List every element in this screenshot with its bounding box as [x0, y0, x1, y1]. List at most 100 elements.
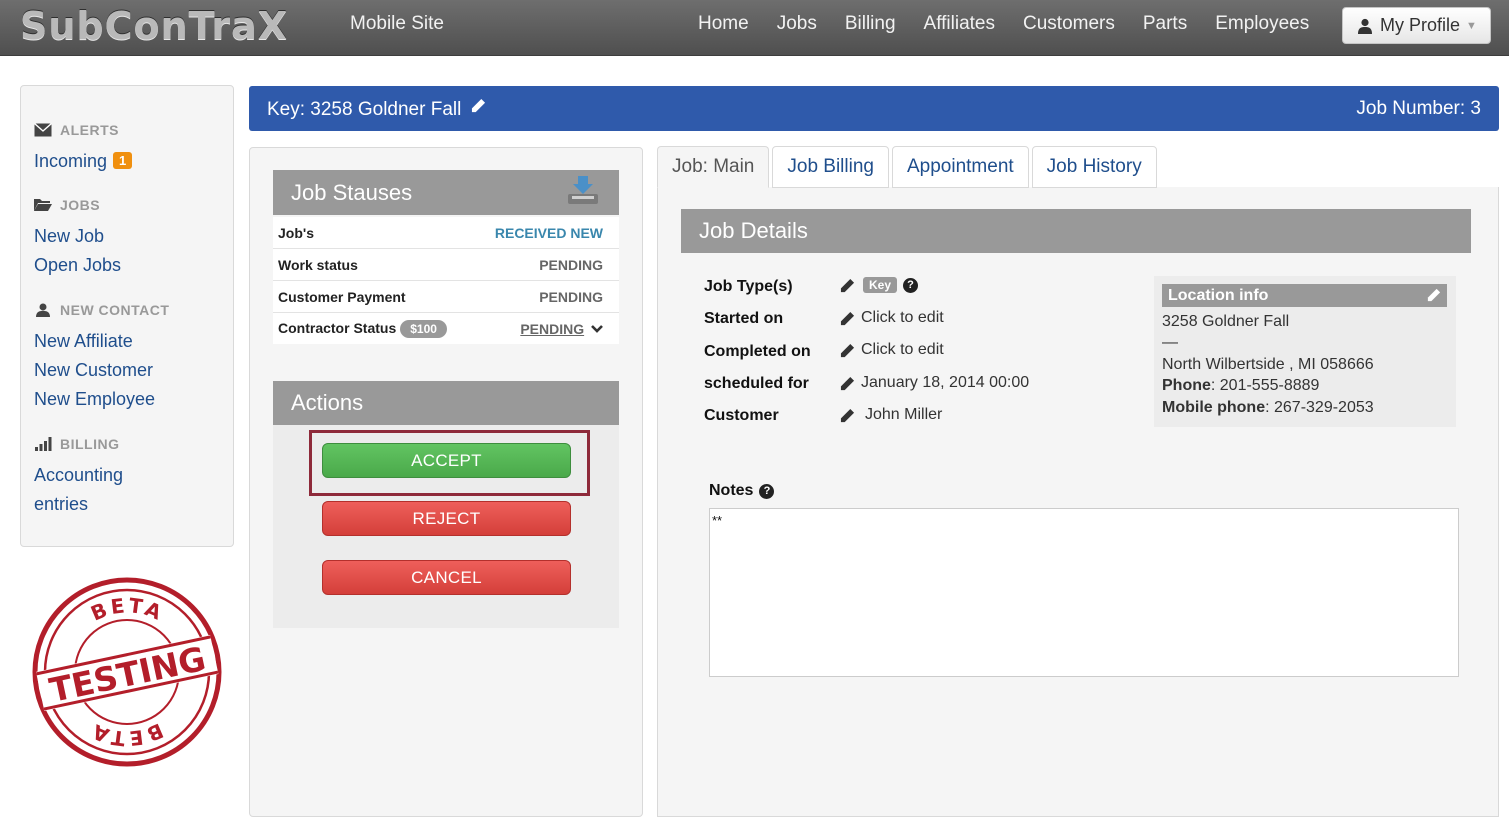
notes-label: Notes ? — [709, 482, 775, 500]
status-row-contractor: Contractor Status $100 PENDING — [273, 312, 619, 344]
phone-value: : 201-555-8889 — [1210, 377, 1320, 394]
job-tabs: Job: Main Job Billing Appointment Job Hi… — [657, 146, 1160, 188]
accept-button[interactable]: ACCEPT — [322, 443, 571, 478]
customer-label: Customer — [704, 407, 779, 424]
scheduled-for-label: scheduled for — [704, 375, 809, 392]
notes-title: Notes — [709, 482, 754, 499]
sidebar-item-new-job[interactable]: New Job — [34, 226, 104, 247]
location-info-title: Location info — [1168, 286, 1269, 304]
nav-home[interactable]: Home — [684, 13, 763, 35]
status-row-job: Job's RECEIVED NEW — [273, 217, 619, 248]
status-value: PENDING — [520, 320, 585, 337]
status-value: PENDING — [539, 288, 603, 305]
sidebar-header-label: ALERTS — [60, 122, 119, 138]
job-type-field[interactable]: Key ? — [840, 277, 919, 293]
job-key-title[interactable]: Key: 3258 Goldner Fall — [267, 98, 486, 121]
completed-on-value: Click to edit — [861, 341, 944, 358]
location-info-header: Location info — [1162, 284, 1447, 307]
mobile-phone-value: : 267-329-2053 — [1265, 399, 1374, 416]
caret-down-icon: ▼ — [1466, 19, 1477, 32]
sidebar-item-new-customer[interactable]: New Customer — [34, 360, 153, 381]
started-on-field[interactable]: Click to edit — [840, 309, 944, 327]
sidebar-item-new-employee[interactable]: New Employee — [34, 389, 155, 410]
sidebar-header-jobs: JOBS — [34, 197, 100, 213]
notes-textarea[interactable]: ** — [709, 508, 1459, 677]
sidebar-header-label: BILLING — [60, 436, 120, 452]
user-icon — [36, 303, 50, 317]
sidebar-header-new-contact: NEW CONTACT — [34, 302, 169, 318]
job-key-bar: Key: 3258 Goldner Fall Job Number: 3 — [249, 86, 1499, 131]
status-row-customer-payment: Customer Payment PENDING — [273, 280, 619, 312]
sidebar-item-accounting[interactable]: Accounting — [34, 465, 123, 486]
mobile-site-link[interactable]: Mobile Site — [350, 13, 444, 35]
my-profile-button[interactable]: My Profile ▼ — [1342, 7, 1491, 44]
nav-billing[interactable]: Billing — [831, 13, 910, 35]
envelope-icon — [34, 123, 52, 137]
pencil-icon[interactable] — [840, 408, 855, 423]
scheduled-for-field[interactable]: January 18, 2014 00:00 — [840, 374, 1029, 392]
pencil-icon[interactable] — [840, 278, 855, 293]
pencil-icon[interactable] — [471, 98, 486, 113]
main-nav: Home Jobs Billing Affiliates Customers P… — [684, 13, 1323, 35]
status-label: Job's — [278, 224, 315, 241]
reject-button[interactable]: REJECT — [322, 501, 571, 536]
started-on-label: Started on — [704, 310, 784, 327]
job-details-title: Job Details — [699, 218, 808, 243]
job-type-label: Job Type(s) — [704, 278, 793, 295]
sidebar-item-new-affiliate[interactable]: New Affiliate — [34, 331, 133, 352]
customer-field[interactable]: John Miller — [840, 406, 942, 424]
nav-employees[interactable]: Employees — [1201, 13, 1323, 35]
sidebar-item-incoming[interactable]: Incoming 1 — [34, 151, 133, 172]
actions-title: Actions — [291, 390, 364, 415]
incoming-count-badge: 1 — [113, 152, 133, 169]
help-icon[interactable]: ? — [903, 277, 919, 293]
nav-jobs[interactable]: Jobs — [763, 13, 831, 35]
pencil-icon[interactable] — [1427, 288, 1441, 302]
job-details-header: Job Details — [681, 209, 1471, 253]
nav-affiliates[interactable]: Affiliates — [910, 13, 1009, 35]
pencil-icon[interactable] — [840, 343, 855, 358]
contractor-status-dropdown[interactable]: PENDING — [520, 321, 603, 337]
job-type-tag: Key — [863, 277, 898, 293]
location-street: 3258 Goldner Fall — [1162, 313, 1290, 330]
beta-testing-stamp: BETA BETA TESTING — [32, 577, 222, 767]
brand-logo[interactable]: SubConTraX — [20, 4, 288, 48]
nav-parts[interactable]: Parts — [1129, 13, 1201, 35]
sidebar-header-label: NEW CONTACT — [60, 302, 170, 318]
contractor-status-label: Contractor Status — [278, 319, 397, 336]
location-mobile: Mobile phone: 267-329-2053 — [1162, 399, 1374, 417]
scheduled-for-value: January 18, 2014 00:00 — [861, 374, 1030, 391]
sidebar-item-open-jobs[interactable]: Open Jobs — [34, 255, 121, 276]
tab-job-main[interactable]: Job: Main — [657, 146, 770, 188]
tab-job-history[interactable]: Job History — [1031, 146, 1157, 188]
status-value: RECEIVED NEW — [494, 224, 603, 241]
tab-job-billing[interactable]: Job Billing — [772, 146, 889, 188]
job-statuses-title: Job Stauses — [291, 179, 413, 205]
actions-header: Actions — [273, 381, 619, 425]
stamp-middle-text: TESTING — [46, 639, 209, 710]
completed-on-label: Completed on — [704, 343, 811, 360]
contractor-amount-badge: $100 — [400, 319, 447, 338]
location-city: North Wilbertside , MI 058666 — [1162, 356, 1374, 373]
phone-label: Phone — [1162, 377, 1211, 394]
job-statuses-header: Job Stauses — [273, 170, 619, 215]
completed-on-field[interactable]: Click to edit — [840, 341, 944, 359]
pencil-icon[interactable] — [840, 311, 855, 326]
top-navbar: SubConTraX Mobile Site Home Jobs Billing… — [0, 0, 1509, 56]
tab-appointment[interactable]: Appointment — [891, 146, 1029, 188]
pencil-icon[interactable] — [840, 376, 855, 391]
status-label: Work status — [278, 256, 358, 273]
job-statuses-table: Job's RECEIVED NEW Work status PENDING C… — [273, 217, 619, 344]
download-tray-icon[interactable] — [567, 176, 599, 206]
started-on-value: Click to edit — [861, 309, 944, 326]
sidebar-item-accounting-entries[interactable]: entries — [34, 494, 88, 515]
nav-customers[interactable]: Customers — [1009, 13, 1129, 35]
job-number: Job Number: 3 — [1356, 98, 1481, 119]
status-label: Customer Payment — [278, 288, 406, 305]
location-phone: Phone: 201-555-8889 — [1162, 377, 1319, 395]
chevron-down-icon — [591, 324, 603, 333]
help-icon[interactable]: ? — [759, 483, 775, 499]
customer-value: John Miller — [865, 406, 943, 423]
cancel-button[interactable]: CANCEL — [322, 560, 571, 595]
status-value: PENDING — [539, 256, 603, 273]
